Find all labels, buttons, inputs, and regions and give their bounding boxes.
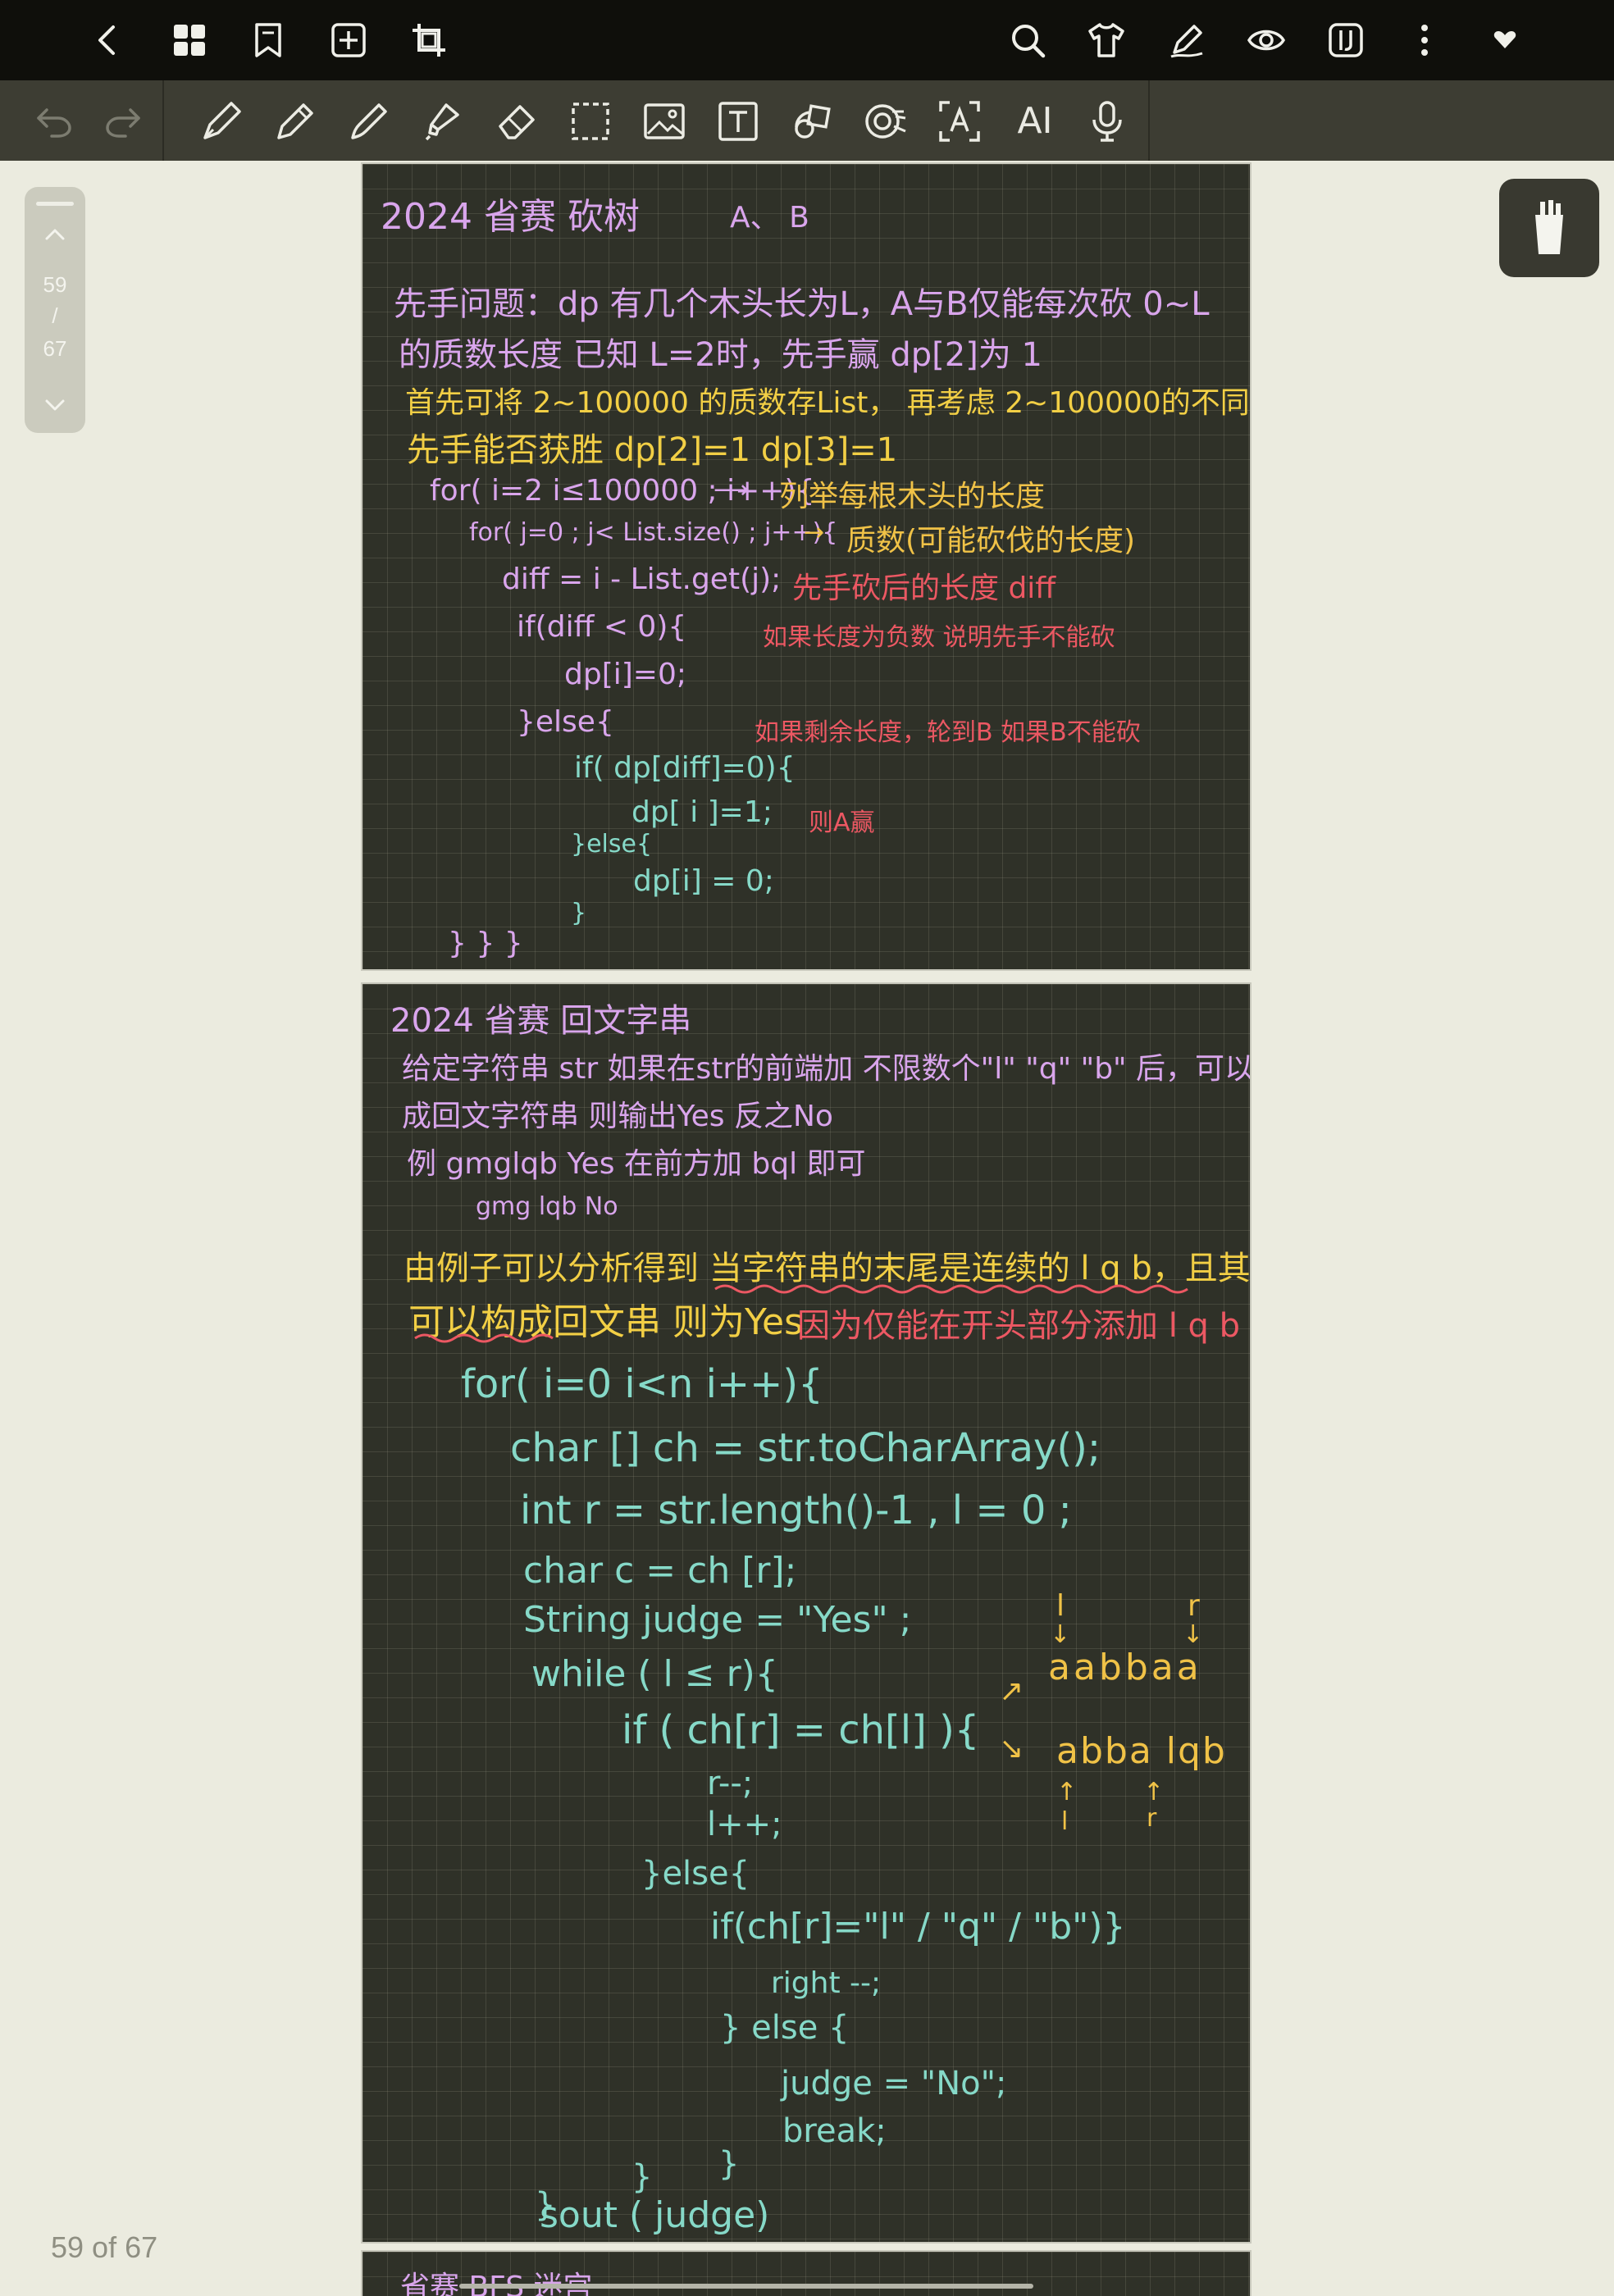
eye-icon[interactable] [1243,18,1289,62]
search-icon[interactable] [1005,18,1050,62]
page-navigator[interactable]: 59 / 67 [25,187,85,433]
bookmark-icon[interactable] [246,18,290,62]
page1-line-1: 先手问题：dp 有几个木头长为L，A与B仅能每次砍 0~L [394,285,1210,323]
page1-code-dp1: dp[ i ]=1; [631,795,773,829]
eraser-icon[interactable] [492,97,541,146]
text-box-icon[interactable] [714,97,763,146]
ai-assistant-button[interactable]: AI [1010,95,1060,146]
page1-title-ab: A、 B [730,201,809,235]
page1-code-if-dpdiff: if( dp[diff]=0){ [574,751,796,785]
image-insert-icon[interactable] [640,97,689,146]
page1-note-5: 如果剩余长度，轮到B 如果B不能砍 [755,718,1141,747]
more-options-icon[interactable] [1402,18,1447,62]
grid-view-icon[interactable] [167,18,212,62]
page1-code-dp0b: dp[i] = 0; [633,864,774,898]
page1-code-close: } [571,899,587,927]
redo-icon[interactable] [100,98,146,144]
page1-note-1: 列举每根木头的长度 [779,480,1046,513]
heart-dropdown-icon[interactable] [1483,18,1527,62]
chevron-down-icon[interactable] [39,389,71,421]
ocr-text-icon[interactable] [935,97,984,146]
page1-code-close-all: } } } [448,927,523,960]
toolbar-divider-right [1148,80,1150,161]
undo-icon[interactable] [31,98,77,144]
highlighter-icon[interactable] [418,97,467,146]
page1-title: 2024 省赛 砍树 [381,196,640,238]
page1-code-dp0: dp[i]=0; [564,658,686,691]
brush-pen-icon[interactable] [344,97,394,146]
crop-icon[interactable] [407,18,451,62]
page1-note-3: 先手砍后的长度 diff [792,572,1056,605]
page3-title: 省赛 BFS 迷宫 [400,2271,593,2296]
lasso-select-icon[interactable] [566,97,615,146]
toolbar-divider [162,80,164,161]
total-page-number: 67 [43,336,67,361]
microphone-icon[interactable] [1083,97,1132,146]
back-icon[interactable] [85,18,130,62]
page1-code-diff: diff = i - List.get(j); [502,563,782,596]
add-page-icon[interactable] [326,18,371,62]
page1-code-if-diff: if(diff < 0){ [517,610,687,644]
page1-line-4: 先手能否获胜 dp[2]=1 dp[3]=1 [407,431,898,469]
page-separator: / [52,303,58,328]
page1-code-else2: }else{ [571,830,653,859]
page1-code-for-j: for( j=0 ; j< List.size() ; j++){ [469,518,838,547]
current-page-number: 59 [43,272,67,297]
page1-note-2: 质数(可能砍伐的长度) [846,524,1136,558]
shirt-theme-icon[interactable] [1084,18,1128,62]
pen-holder-button[interactable] [1499,179,1599,277]
fountain-pen-icon[interactable] [197,97,246,146]
page1-arrow-1: ⟶ [714,476,750,504]
note-page-3[interactable]: 省赛 BFS 迷宫 [361,2250,1252,2296]
layout-icon[interactable] [1324,18,1368,62]
page-count-label: 59 of 67 [51,2230,158,2264]
page1-note-6: 则A赢 [809,809,875,837]
page1-note-4: 如果长度为负数 说明先手不能砍 [763,623,1115,652]
page1-code-else: }else{ [517,705,614,739]
top-app-bar [0,0,1614,80]
pen-edit-icon[interactable] [1165,18,1209,62]
shapes-icon[interactable] [787,97,837,146]
note-page-1[interactable]: 2024 省赛 砍树 A、 B 先手问题：dp 有几个木头长为L，A与B仅能每次… [361,162,1252,971]
wavy-underline [414,1284,1188,1343]
chevron-up-icon[interactable] [39,218,71,251]
page1-line-3: 首先可将 2~100000 的质数存List， 再考虑 2~100000的不同长… [405,386,1250,420]
pager-grip[interactable] [36,202,74,206]
page1-arrow-2: → [804,518,825,547]
page1-line-2: 的质数长度 已知 L=2时，先手赢 dp[2]为 1 [399,336,1042,374]
note-page-2[interactable]: 2024 省赛 回文字串 给定字符串 str 如果在str的前端加 不限数个"l… [361,982,1252,2244]
ball-pen-icon[interactable] [271,97,320,146]
sticker-icon[interactable] [861,97,910,146]
horizontal-scrollbar[interactable] [459,2284,1033,2289]
page1-code-for-i: for( i=2 i≤100000 ; i++){ [430,474,815,508]
